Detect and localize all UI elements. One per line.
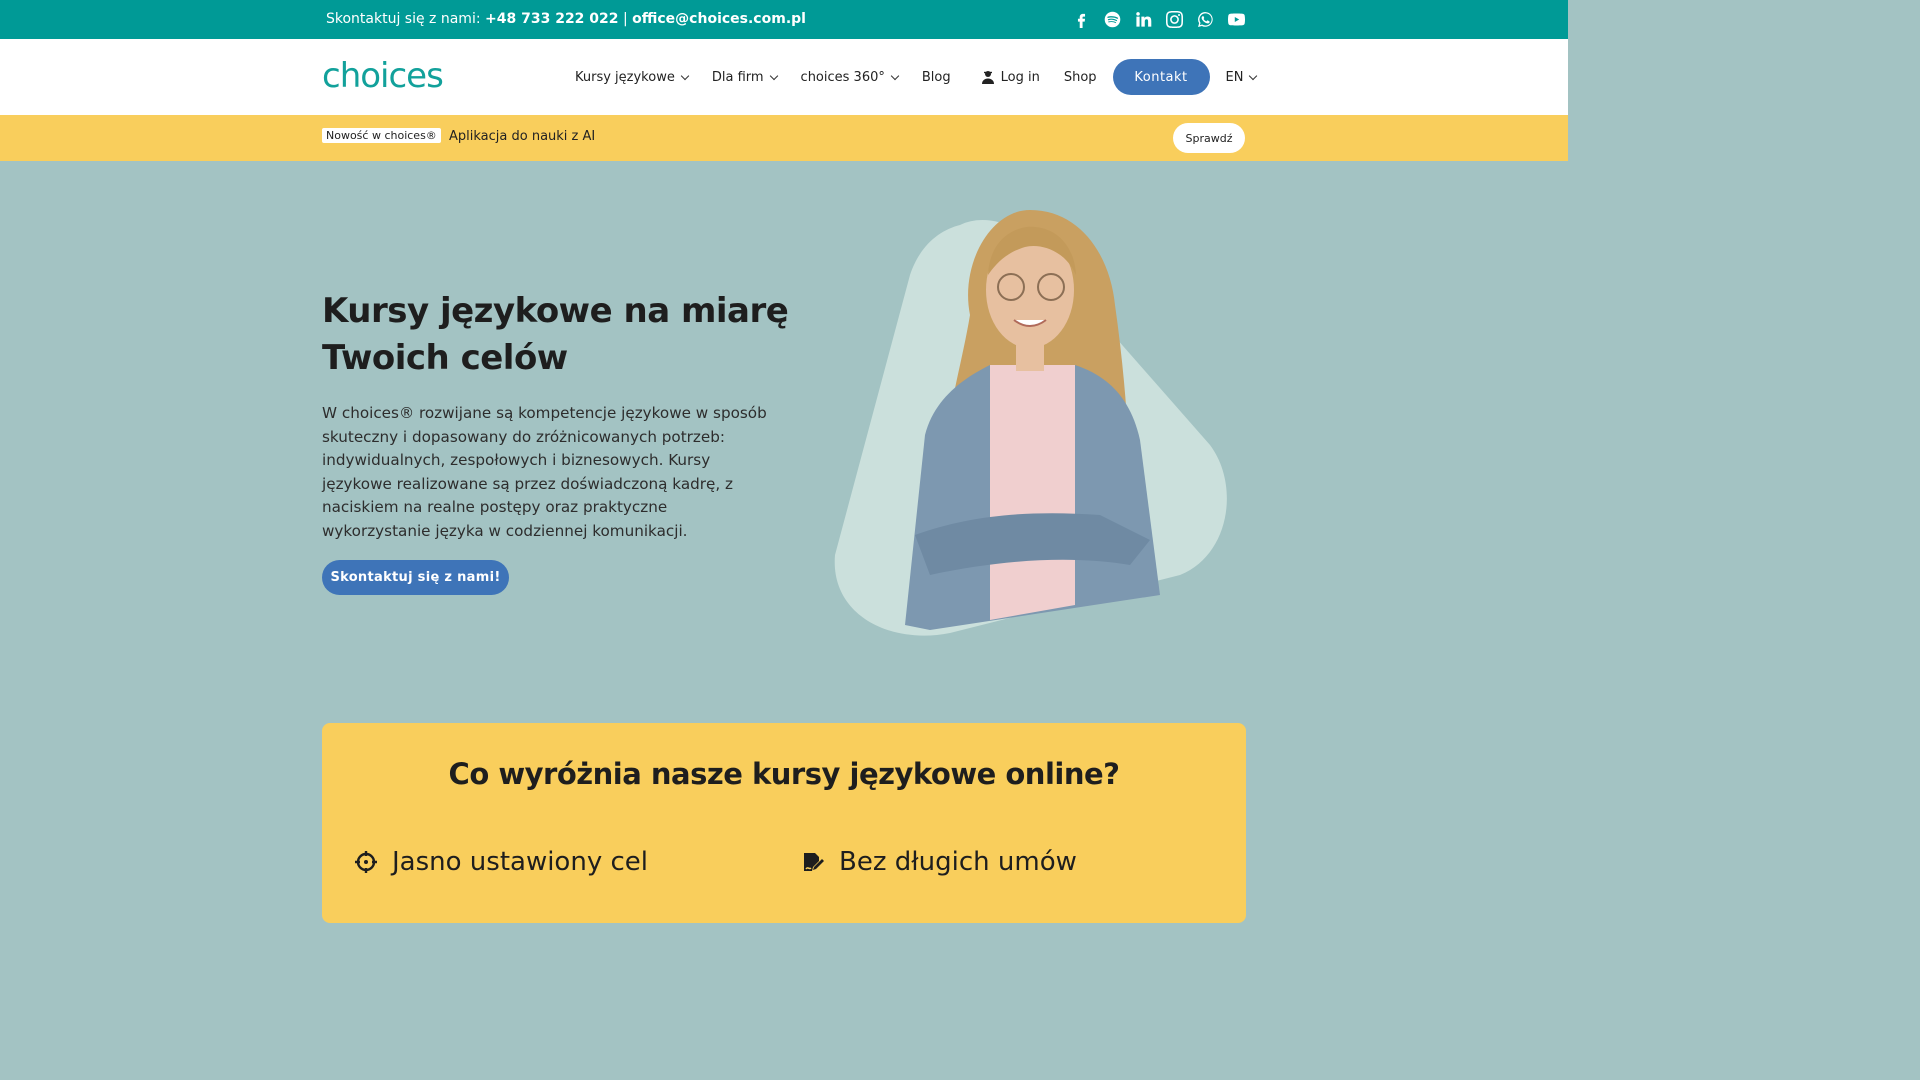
facebook-icon[interactable] [1072, 10, 1091, 29]
new-badge: Nowość w choices® [322, 128, 441, 143]
features-title: Co wyróżnia nasze kursy językowe online? [448, 757, 1120, 791]
instagram-icon[interactable] [1165, 10, 1184, 29]
phone-link[interactable]: +48 733 222 022 [485, 11, 619, 27]
nav-courses[interactable]: Kursy językowe [575, 69, 690, 85]
main-nav: Kursy językowe Dla firm choices 360° Blo… [575, 39, 1258, 115]
promo-banner: Nowość w choices® Aplikacja do nauki z A… [0, 115, 1568, 161]
features-section: Co wyróżnia nasze kursy językowe online?… [322, 723, 1246, 923]
feature-item: Bez długich umów [801, 847, 1077, 877]
email-link[interactable]: office@choices.com.pl [632, 11, 806, 27]
nav-shop-label: Shop [1063, 69, 1097, 85]
separator: | [622, 11, 628, 27]
chevron-down-icon [890, 71, 900, 80]
language-switcher[interactable]: EN [1225, 69, 1258, 85]
contact-prefix: Skontaktuj się z nami: [326, 11, 481, 27]
main-header: choices Kursy językowe Dla firm choices … [0, 39, 1568, 115]
nav-blog[interactable]: Blog [922, 70, 951, 85]
promo-text: Aplikacja do nauki z AI [449, 129, 596, 144]
chevron-down-icon [680, 71, 690, 80]
nav-choices360-label: choices 360° [800, 69, 885, 85]
nav-courses-label: Kursy językowe [575, 69, 675, 85]
nav-business-label: Dla firm [711, 69, 764, 85]
hero-contact-button[interactable]: Skontaktuj się z nami! [322, 560, 509, 595]
user-icon [981, 71, 994, 84]
nav-business[interactable]: Dla firm [711, 69, 778, 85]
nav-login[interactable]: Log in [981, 70, 1040, 85]
spotify-icon[interactable] [1103, 10, 1122, 29]
social-links [1072, 10, 1246, 29]
whatsapp-icon[interactable] [1196, 10, 1215, 29]
feature-item: Jasno ustawiony cel [354, 847, 648, 877]
language-label: EN [1225, 69, 1244, 85]
hero-description: W choices® rozwijane są kompetencje języ… [322, 404, 767, 540]
contact-button[interactable]: Kontakt [1112, 59, 1210, 95]
feature-label: Bez długich umów [839, 847, 1077, 877]
hero-image [834, 210, 1227, 636]
feature-label: Jasno ustawiony cel [392, 847, 648, 877]
contact-info: Skontaktuj się z nami: +48 733 222 022 |… [326, 11, 806, 27]
crosshair-icon [355, 851, 377, 873]
nav-login-label: Log in [1000, 69, 1040, 85]
choices-logo[interactable]: choices [322, 56, 444, 96]
nav-blog-label: Blog [921, 69, 951, 85]
nav-choices360[interactable]: choices 360° [800, 69, 900, 85]
youtube-icon[interactable] [1227, 10, 1246, 29]
top-contact-bar: Skontaktuj się z nami: +48 733 222 022 |… [0, 0, 1568, 39]
nav-shop[interactable]: Shop [1064, 70, 1097, 85]
chevron-down-icon [1249, 71, 1258, 80]
chevron-down-icon [769, 71, 778, 80]
hero-title: Kursy językowe na miarę Twoich celów [322, 291, 789, 378]
linkedin-icon[interactable] [1134, 10, 1153, 29]
check-button[interactable]: Sprawdź [1173, 123, 1245, 153]
signature-icon [804, 853, 824, 871]
